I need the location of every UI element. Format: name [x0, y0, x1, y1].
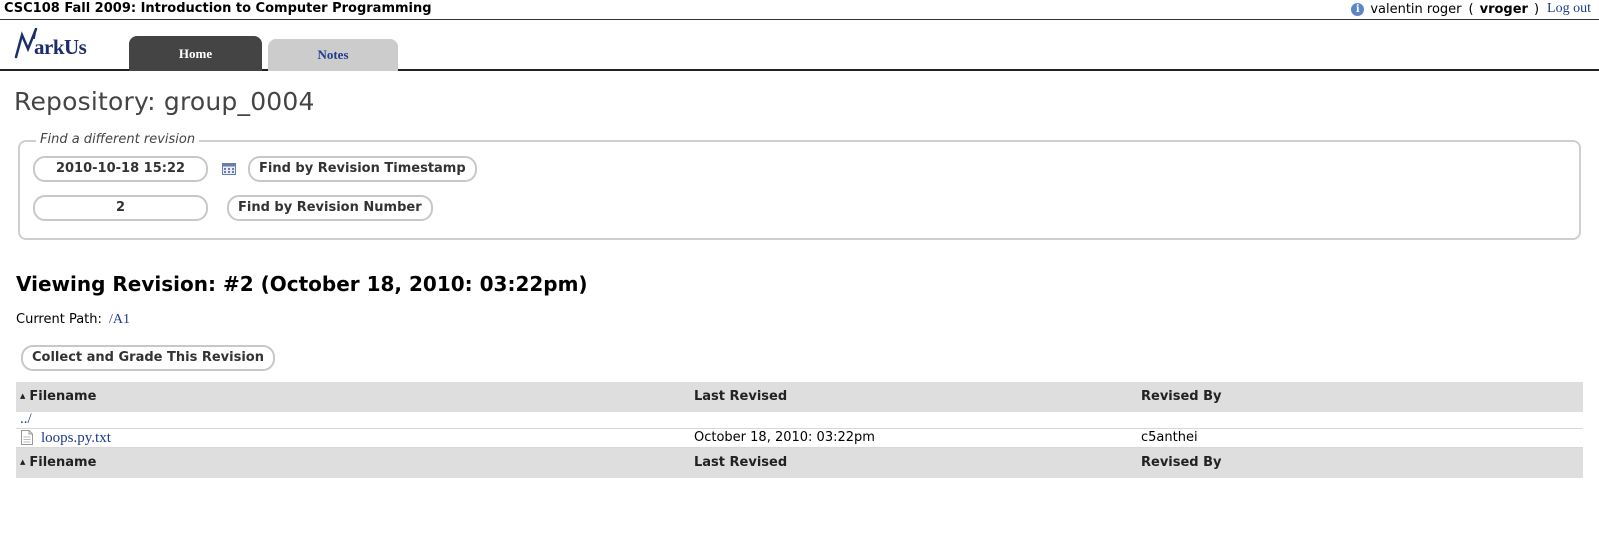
calendar-icon[interactable] — [222, 162, 236, 175]
table-header: ▲ Filename Last Revised Revised By — [16, 382, 1583, 412]
timestamp-input[interactable]: 2010-10-18 15:22 — [33, 156, 208, 182]
parent-directory-link[interactable]: ../ — [20, 411, 32, 428]
viewing-revision-heading: Viewing Revision: #2 (October 18, 2010: … — [16, 272, 588, 296]
column-last-revised[interactable]: Last Revised — [694, 389, 787, 404]
user-area: i valentin roger ( vroger ) Log out — [1351, 1, 1591, 17]
user-name: valentin roger — [1370, 1, 1462, 17]
current-path: Current Path: /A1 — [16, 312, 130, 328]
page-title: Repository: group_0004 — [14, 87, 315, 116]
tab-home[interactable]: Home — [129, 36, 262, 71]
revision-number-input[interactable]: 2 — [33, 195, 208, 221]
close-paren: ) — [1533, 1, 1540, 17]
table-row: loops.py.txt October 18, 2010: 03:22pm c… — [16, 429, 1583, 448]
footer-column-filename[interactable]: ▲ Filename — [20, 455, 96, 470]
footer-column-last-revised[interactable]: Last Revised — [694, 455, 787, 470]
column-revised-by[interactable]: Revised By — [1141, 389, 1222, 404]
current-path-link[interactable]: /A1 — [109, 312, 130, 327]
sort-arrow-icon: ▲ — [20, 392, 26, 400]
collect-and-grade-button[interactable]: Collect and Grade This Revision — [21, 345, 275, 371]
find-by-number-button[interactable]: Find by Revision Number — [227, 195, 433, 221]
current-path-label: Current Path: — [16, 312, 102, 327]
column-filename[interactable]: ▲ Filename — [20, 389, 96, 404]
footer-column-revised-by[interactable]: Revised By — [1141, 455, 1222, 470]
logout-link[interactable]: Log out — [1547, 1, 1591, 17]
column-filename-label: Filename — [29, 389, 97, 404]
file-icon — [21, 430, 33, 445]
sort-arrow-icon: ▲ — [20, 458, 26, 466]
files-table: ▲ Filename Last Revised Revised By ../ lo… — [16, 382, 1583, 478]
table-row-parent: ../ — [16, 411, 1583, 429]
course-title: CSC108 Fall 2009: Introduction to Comput… — [4, 1, 432, 16]
tab-notes[interactable]: Notes — [268, 39, 398, 71]
header: arkUs Home Notes — [0, 21, 1599, 71]
find-revision-fieldset — [18, 140, 1581, 240]
file-link[interactable]: loops.py.txt — [41, 430, 111, 447]
find-by-timestamp-button[interactable]: Find by Revision Timestamp — [248, 156, 477, 182]
table-footer: ▲ Filename Last Revised Revised By — [16, 448, 1583, 478]
user-login: vroger — [1479, 1, 1528, 17]
revised-by-cell: c5anthei — [1141, 430, 1198, 445]
logo-text: arkUs — [34, 35, 87, 59]
last-revised-cell: October 18, 2010: 03:22pm — [694, 430, 875, 445]
markus-logo[interactable]: arkUs — [14, 27, 104, 61]
footer-column-filename-label: Filename — [29, 455, 97, 470]
open-paren: ( — [1468, 1, 1474, 17]
info-icon[interactable]: i — [1351, 2, 1365, 16]
find-revision-legend: Find a different revision — [36, 132, 200, 147]
top-bar: CSC108 Fall 2009: Introduction to Comput… — [0, 0, 1599, 20]
